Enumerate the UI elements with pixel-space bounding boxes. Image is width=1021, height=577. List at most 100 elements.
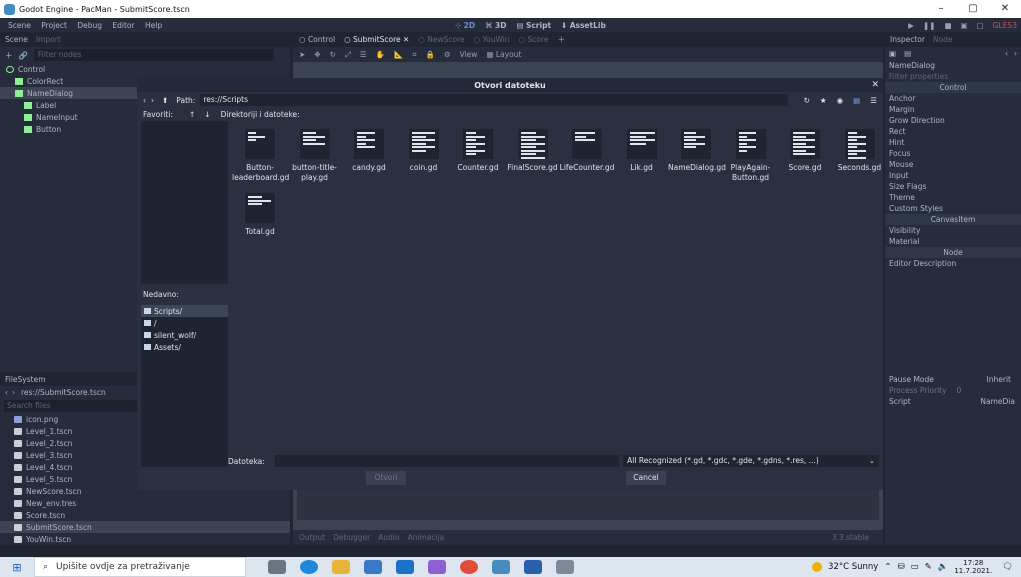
fav-up-icon[interactable]: ↑ (189, 110, 195, 119)
snap-icon[interactable]: ⌗ (412, 50, 416, 60)
menu-help[interactable]: Help (145, 21, 162, 30)
godot-taskbar-icon[interactable] (492, 560, 510, 574)
select-tool-icon[interactable]: ➤ (299, 50, 305, 59)
inspector-property[interactable]: Input (885, 170, 1021, 181)
file-item[interactable]: Seconds.gd (832, 129, 888, 173)
view-menu[interactable]: View (460, 50, 478, 59)
pause-icon[interactable]: ❚❚ (923, 21, 936, 30)
file-item[interactable]: Counter.gd (450, 129, 506, 173)
tab-output[interactable]: Output (299, 533, 325, 542)
tab-import[interactable]: Import (36, 35, 61, 44)
tab-youwin[interactable]: ○ YouWin (474, 35, 510, 44)
menu-debug[interactable]: Debug (77, 21, 102, 30)
inspected-object[interactable]: NameDialog (885, 60, 1021, 71)
inspector-property[interactable]: Mouse (885, 159, 1021, 170)
file-item[interactable]: FinalScore.gd (505, 129, 561, 173)
history-back-icon[interactable]: ‹ (1005, 49, 1008, 58)
save-resource-icon[interactable]: ▣ (889, 49, 896, 58)
recent-dir-item[interactable]: silent_wolf/ (141, 329, 228, 341)
store-icon[interactable] (364, 560, 382, 574)
inspector-property[interactable]: Size Flags (885, 181, 1021, 192)
dialog-close-button[interactable]: ✕ (871, 80, 879, 90)
file-item[interactable]: candy.gd (341, 129, 397, 173)
forward-icon[interactable]: › (12, 388, 15, 397)
chrome-icon[interactable] (460, 560, 478, 574)
inspector-category[interactable]: Node (885, 247, 1021, 258)
stop-icon[interactable]: ■ (944, 21, 951, 30)
app-icon[interactable] (556, 560, 574, 574)
back-icon[interactable]: ‹ (5, 388, 8, 397)
rotate-tool-icon[interactable]: ↻ (330, 50, 336, 59)
scale-tool-icon[interactable]: ⤢ (345, 50, 351, 60)
mail-icon[interactable] (396, 560, 414, 574)
layout-menu[interactable]: ▦ Layout (486, 50, 521, 59)
tab-inspector[interactable]: Inspector (890, 35, 925, 44)
new-tab-icon[interactable]: ＋ (558, 34, 566, 45)
file-item[interactable]: button-title-play.gd (287, 129, 343, 183)
tab-node[interactable]: Node (933, 35, 953, 44)
file-item[interactable]: PlayAgain-Button.gd (723, 129, 779, 183)
filter-nodes-input[interactable]: Filter nodes (33, 49, 274, 61)
history-forward-icon[interactable]: › (1014, 49, 1017, 58)
task-view-icon[interactable] (268, 560, 286, 574)
tab-animation[interactable]: Animacija (408, 533, 445, 542)
close-window-button[interactable]: ✕ (989, 0, 1021, 18)
tab-debugger[interactable]: Debugger (333, 533, 370, 542)
word-icon[interactable] (524, 560, 542, 574)
inspector-property[interactable]: Rect (885, 126, 1021, 137)
tab-control[interactable]: ○ Control (299, 35, 335, 44)
grid-view-icon[interactable]: ▦ (853, 96, 860, 105)
filter-properties-input[interactable]: Filter properties (885, 71, 1021, 82)
inspector-property[interactable]: Anchor (885, 93, 1021, 104)
battery-icon[interactable]: ▭ (911, 562, 919, 572)
pen-icon[interactable]: ✎ (925, 562, 932, 572)
pan-tool-icon[interactable]: ✋ (376, 50, 385, 59)
tab-filesystem[interactable]: FileSystem (5, 375, 46, 384)
workspace-3d[interactable]: ⌘ 3D (485, 21, 506, 30)
recent-dir-item[interactable]: Assets/ (141, 341, 228, 353)
inspector-category[interactable]: CanvasItem (885, 214, 1021, 225)
tab-score[interactable]: ○ Score (519, 35, 549, 44)
play-scene-icon[interactable]: ▣ (961, 21, 968, 30)
renderer-label[interactable]: GLES3 (993, 21, 1017, 30)
menu-scene[interactable]: Scene (8, 21, 31, 30)
ruler-tool-icon[interactable]: 📐 (394, 50, 403, 59)
inspector-property[interactable]: Focus (885, 148, 1021, 159)
file-explorer-icon[interactable] (332, 560, 350, 574)
minimize-button[interactable]: – (925, 0, 957, 18)
dir-up-icon[interactable]: ⬆ (162, 96, 168, 105)
inspector-property[interactable]: Material (885, 236, 1021, 247)
tab-submitscore[interactable]: ○ SubmitScore ✕ (344, 35, 409, 44)
process-priority-value[interactable]: 0 (957, 386, 962, 395)
file-filter-select[interactable]: All Recognized (*.gd, *.gdc, *.gde, *.gd… (623, 455, 879, 467)
notifications-icon[interactable]: 🗨 (1002, 562, 1013, 572)
volume-icon[interactable]: 🔈 (938, 562, 949, 572)
add-node-icon[interactable]: ＋ (5, 50, 13, 61)
toggle-hidden-icon[interactable]: ◉ (837, 96, 844, 105)
recent-dir-item[interactable]: / (141, 317, 228, 329)
file-item[interactable]: Lik.gd (614, 129, 670, 173)
inspector-property[interactable]: Visibility (885, 225, 1021, 236)
file-list-item[interactable]: Score.tscn (0, 509, 290, 521)
play-custom-icon[interactable]: ▢ (977, 21, 984, 30)
taskbar-search[interactable]: ⌕ Upišite ovdje za pretraživanje (34, 557, 246, 577)
file-list-item[interactable]: YouWin.tscn (0, 533, 290, 545)
fav-down-icon[interactable]: ↓ (204, 110, 210, 119)
inspector-category[interactable]: Control (885, 82, 1021, 93)
file-list-item[interactable]: New_env.tres (0, 497, 290, 509)
inspector-property[interactable]: Hint (885, 137, 1021, 148)
windows-start-icon[interactable]: ⊞ (0, 561, 34, 574)
favorites-list[interactable] (141, 121, 228, 284)
file-item[interactable]: Score.gd (777, 129, 833, 173)
list-select-icon[interactable]: ☰ (360, 50, 367, 59)
inspector-property[interactable]: Custom Styles (885, 203, 1021, 214)
favorite-icon[interactable]: ★ (820, 96, 827, 105)
visual-studio-icon[interactable] (428, 560, 446, 574)
file-list-item[interactable]: SubmitScore.tscn (0, 521, 290, 533)
play-icon[interactable]: ▶ (908, 21, 914, 30)
move-tool-icon[interactable]: ✥ (314, 50, 320, 59)
workspace-2d[interactable]: ⊹ 2D (455, 21, 475, 30)
cancel-button[interactable]: Cancel (626, 471, 666, 485)
weather-text[interactable]: 32°C Sunny (828, 562, 878, 572)
maximize-button[interactable]: ▢ (957, 0, 989, 18)
